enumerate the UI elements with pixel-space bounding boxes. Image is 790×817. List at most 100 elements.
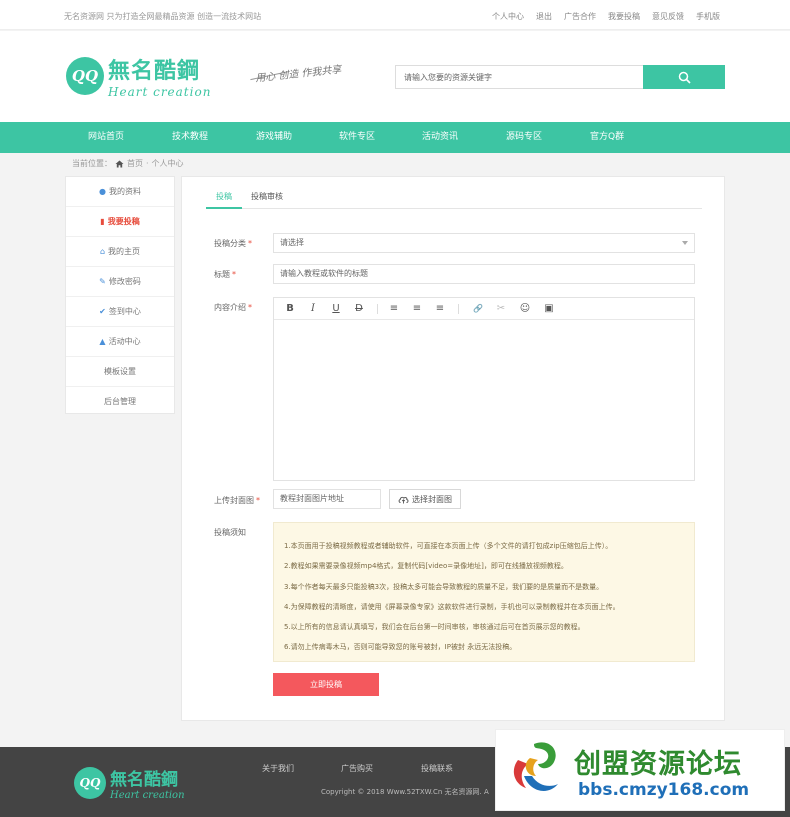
toolbar-divider bbox=[377, 304, 378, 314]
nav-software[interactable]: 软件专区 bbox=[339, 122, 375, 153]
footer-logo[interactable]: QQ 無名酷鋼 Heart creation bbox=[74, 765, 204, 805]
emoji-icon[interactable]: ☺ bbox=[517, 301, 533, 317]
link-user-center[interactable]: 个人中心 bbox=[492, 11, 524, 22]
footer-link-contact[interactable]: 投稿联系 bbox=[421, 763, 453, 774]
link-icon[interactable]: 🔗 bbox=[470, 301, 486, 317]
logo-chinese: 無名酷鋼 bbox=[108, 58, 201, 84]
site-motto: 用心 创造 作我共享 bbox=[254, 64, 342, 85]
image-icon[interactable]: ▣ bbox=[541, 301, 557, 317]
notice-label: 投稿须知 bbox=[214, 528, 246, 537]
nav-home[interactable]: 网站首页 bbox=[88, 122, 124, 153]
user-sidebar: ● 我的资料 ▮ 我要投稿 ⌂ 我的主页 ✎ 修改密码 ✔ 签到中心 ▲ 活动中心 模板设置… bbox=[65, 176, 175, 414]
watermark-title: 创盟资源论坛 bbox=[574, 749, 742, 780]
breadcrumb-separator: · bbox=[146, 159, 149, 168]
sidebar-item-label: 我的主页 bbox=[108, 247, 141, 256]
sidebar-item-label: 模板设置 bbox=[104, 367, 136, 376]
logo-mark: QQ bbox=[66, 57, 104, 95]
strikethrough-icon[interactable]: D bbox=[351, 301, 367, 317]
link-submit[interactable]: 我要投稿 bbox=[608, 11, 640, 22]
sidebar-item-password[interactable]: ✎ 修改密码 bbox=[66, 267, 174, 297]
notice-line: 2.教程如果需要录像视频mp4格式，复制代码[video=录像地址]，即可在线播… bbox=[284, 562, 568, 571]
unlink-icon[interactable]: ✂ bbox=[493, 301, 509, 317]
user-icon: ● bbox=[99, 187, 106, 196]
submit-panel: 投稿 投稿审核 投稿分类 * 请选择 标题 * 请输入教程或软件的标题 内容介绍 * … bbox=[181, 176, 725, 721]
file-icon: ▮ bbox=[100, 217, 105, 226]
sidebar-item-label: 我要投稿 bbox=[107, 217, 140, 226]
tab-bar: 投稿 投稿审核 bbox=[206, 185, 702, 209]
footer-logo-english: Heart creation bbox=[110, 790, 185, 801]
sidebar-item-admin[interactable]: 后台管理 bbox=[66, 387, 174, 417]
category-selected: 请选择 bbox=[280, 238, 304, 247]
nav-tutorials[interactable]: 技术教程 bbox=[172, 122, 208, 153]
sidebar-item-activity[interactable]: ▲ 活动中心 bbox=[66, 327, 174, 357]
underline-icon[interactable]: U bbox=[328, 301, 344, 317]
sidebar-item-label: 后台管理 bbox=[104, 397, 136, 406]
align-center-icon[interactable]: ≡ bbox=[409, 301, 425, 317]
forum-watermark: 创盟资源论坛 bbs.cmzy168.com bbox=[495, 729, 785, 811]
title-label: 标题 * bbox=[214, 270, 236, 279]
sidebar-item-signin[interactable]: ✔ 签到中心 bbox=[66, 297, 174, 327]
site-logo[interactable]: QQ 無名酷鋼 Heart creation bbox=[66, 53, 231, 103]
cover-url-input[interactable]: 教程封面图片地址 bbox=[273, 489, 381, 509]
submission-notice: 1.本页面用于投稿视频教程或者辅助软件，可直接在本页面上传（多个文件的请打包成z… bbox=[273, 522, 695, 662]
link-ad-cooperation[interactable]: 广告合作 bbox=[564, 11, 596, 22]
logo-english: Heart creation bbox=[108, 85, 212, 99]
footer-logo-mark: QQ bbox=[74, 767, 106, 799]
link-mobile[interactable]: 手机版 bbox=[696, 11, 720, 22]
sidebar-item-label: 我的资料 bbox=[108, 187, 141, 196]
nav-qq-group[interactable]: 官方Q群 bbox=[590, 122, 624, 153]
header: QQ 無名酷鋼 Heart creation 用心 创造 作我共享 bbox=[0, 31, 790, 122]
notice-line: 3.每个作者每天最多只能投稿3次，投稿太多可能会导致教程的质量不足，我们要的是质… bbox=[284, 582, 604, 591]
category-label: 投稿分类 * bbox=[214, 239, 252, 248]
sidebar-item-label: 签到中心 bbox=[108, 307, 141, 316]
search-input[interactable] bbox=[395, 65, 643, 89]
category-select[interactable]: 请选择 bbox=[273, 233, 695, 253]
submit-button[interactable]: 立即投稿 bbox=[273, 673, 379, 696]
nav-activities[interactable]: 活动资讯 bbox=[422, 122, 458, 153]
nav-game-assist[interactable]: 游戏辅助 bbox=[256, 122, 292, 153]
align-left-icon[interactable]: ≡ bbox=[386, 301, 402, 317]
chevron-down-icon bbox=[682, 241, 688, 245]
editor-toolbar: B I U D ≡ ≡ ≡ 🔗 ✂ ☺ ▣ bbox=[274, 298, 694, 320]
notice-line: 4.为保障教程的清晰度，请使用《屏幕录像专家》这款软件进行录制，手机也可以录制教… bbox=[284, 602, 620, 611]
content-editor[interactable]: B I U D ≡ ≡ ≡ 🔗 ✂ ☺ ▣ bbox=[273, 297, 695, 481]
pencil-icon: ✎ bbox=[99, 277, 106, 286]
sidebar-item-profile[interactable]: ● 我的资料 bbox=[66, 177, 174, 207]
choose-cover-label: 选择封面图 bbox=[412, 494, 452, 504]
top-bar: 无名资源网 只为打造全网最精品资源 创造一流技术网站 个人中心 退出 广告合作 … bbox=[0, 0, 790, 30]
breadcrumb: 当前位置： 首页 · 个人中心 bbox=[72, 158, 184, 169]
sidebar-item-submit[interactable]: ▮ 我要投稿 bbox=[66, 207, 174, 237]
toolbar-divider bbox=[458, 304, 459, 314]
bold-icon[interactable]: B bbox=[282, 301, 298, 317]
footer-logo-chinese: 無名酷鋼 bbox=[110, 770, 178, 790]
search-button[interactable] bbox=[643, 65, 725, 89]
footer-link-about[interactable]: 关于我们 bbox=[262, 763, 294, 774]
notice-line: 5.以上所有的信息请认真填写，我们会在后台第一时间审核，审核通过后可在首页展示您… bbox=[284, 623, 585, 632]
sidebar-item-homepage[interactable]: ⌂ 我的主页 bbox=[66, 237, 174, 267]
home-icon bbox=[115, 160, 124, 167]
copyright: Copyright © 2018 Www.52TXW.Cn 无名资源网. A bbox=[321, 788, 489, 796]
sidebar-item-template[interactable]: 模板设置 bbox=[66, 357, 174, 387]
upload-cloud-icon bbox=[398, 496, 409, 503]
search-bar bbox=[395, 65, 725, 89]
choose-cover-button[interactable]: 选择封面图 bbox=[389, 489, 461, 509]
watermark-logo-icon bbox=[513, 742, 558, 791]
notice-line: 6.请勿上传病毒木马，否则可能导致您的账号被封，IP被封 永远无法投稿。 bbox=[284, 643, 517, 652]
tab-review[interactable]: 投稿审核 bbox=[251, 185, 283, 209]
link-logout[interactable]: 退出 bbox=[536, 11, 552, 22]
sidebar-item-label: 修改密码 bbox=[108, 277, 141, 286]
cover-label: 上传封面图 * bbox=[214, 496, 260, 505]
align-right-icon[interactable]: ≡ bbox=[432, 301, 448, 317]
link-feedback[interactable]: 意见反馈 bbox=[652, 11, 684, 22]
footer-link-ads[interactable]: 广告购买 bbox=[341, 763, 373, 774]
breadcrumb-current: 个人中心 bbox=[151, 159, 184, 168]
breadcrumb-prefix: 当前位置： bbox=[72, 159, 112, 168]
top-links: 个人中心 退出 广告合作 我要投稿 意见反馈 手机版 bbox=[492, 11, 720, 22]
italic-icon[interactable]: I bbox=[305, 301, 321, 317]
search-icon bbox=[678, 71, 691, 84]
nav-source-code[interactable]: 源码专区 bbox=[506, 122, 542, 153]
breadcrumb-home[interactable]: 首页 bbox=[127, 158, 143, 169]
watermark-url: bbs.cmzy168.com bbox=[578, 780, 750, 800]
tab-submit[interactable]: 投稿 bbox=[206, 185, 242, 209]
title-input[interactable]: 请输入教程或软件的标题 bbox=[273, 264, 695, 284]
